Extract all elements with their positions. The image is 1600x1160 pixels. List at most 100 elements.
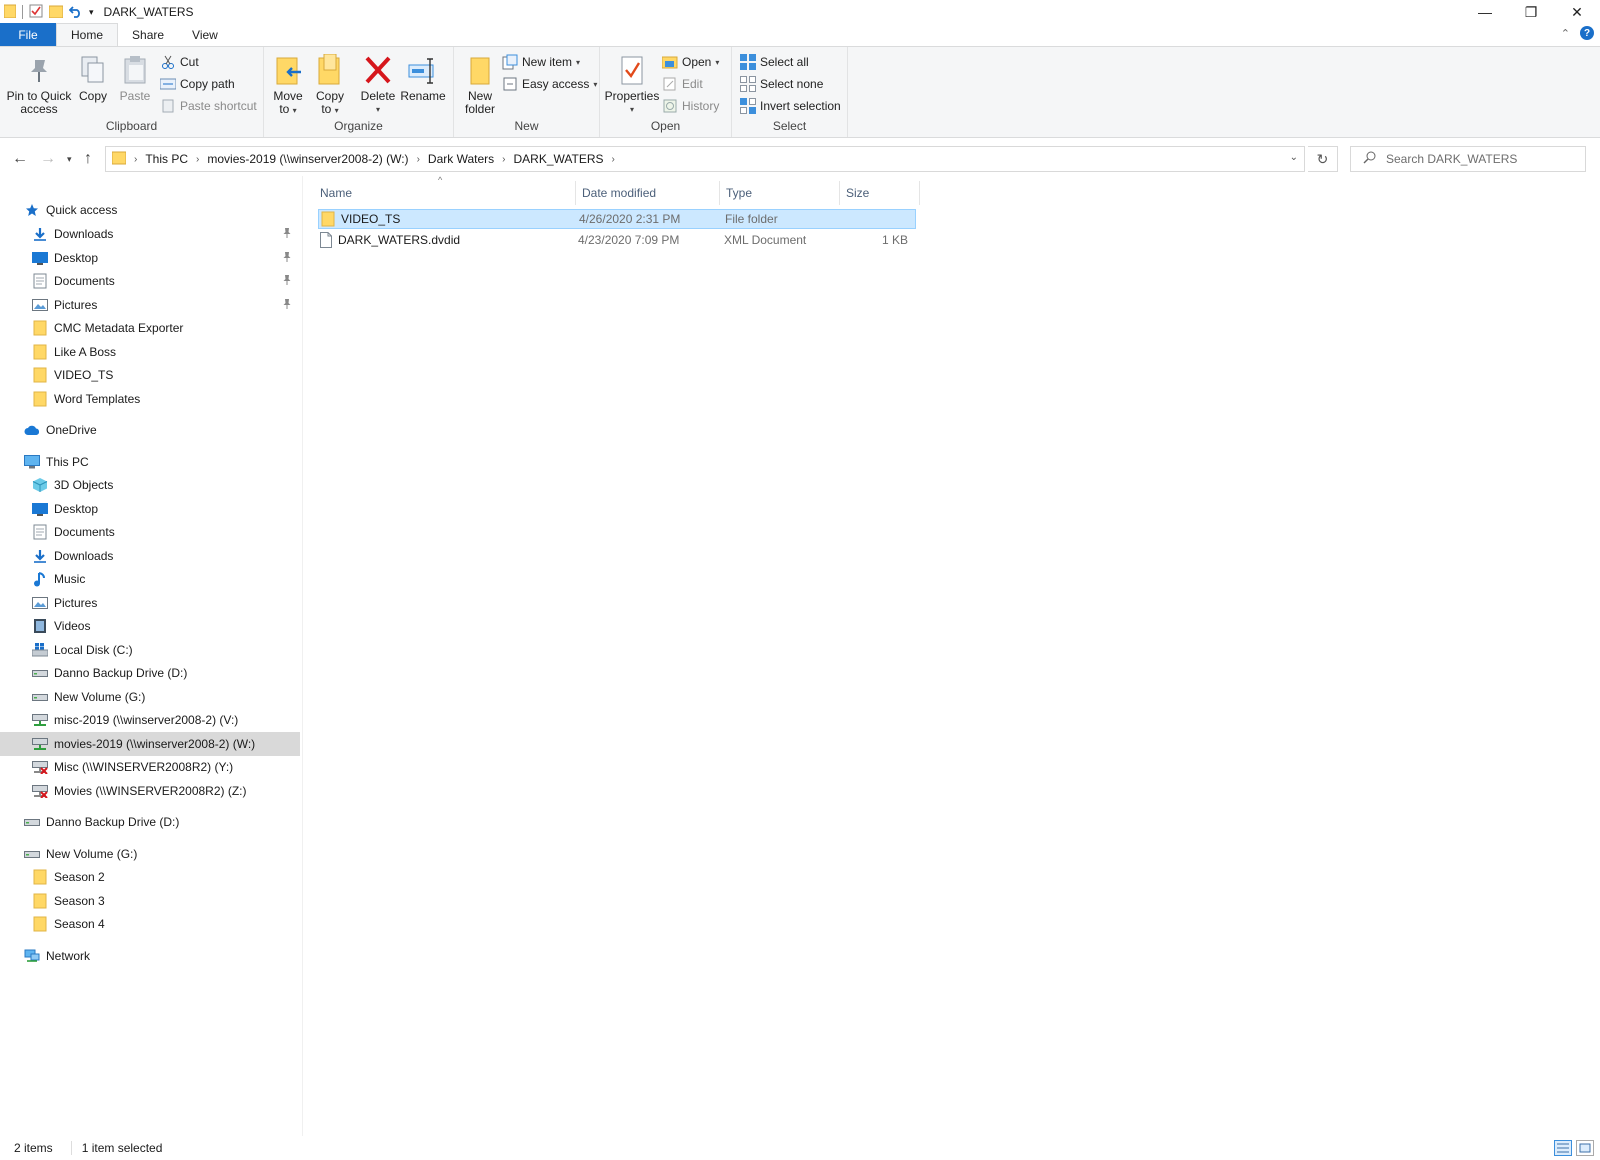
file-row[interactable]: VIDEO_TS 4/26/2020 2:31 PM File folder [318,209,916,229]
new-folder-icon[interactable] [48,4,64,21]
search-input[interactable] [1386,152,1566,166]
nav-item[interactable]: Pictures [0,293,300,317]
column-header-type[interactable]: Type [720,181,840,205]
nav-item[interactable]: Season 3 [0,889,300,913]
column-header-date-modified[interactable]: Date modified [576,181,720,205]
copy-button[interactable]: Copy [76,53,110,103]
select-none-button[interactable]: Select none [740,75,823,93]
nav-item[interactable]: Like A Boss [0,340,300,364]
nav-item[interactable]: Downloads [0,544,300,568]
tab-share[interactable]: Share [118,23,178,46]
recent-locations-chevron-icon[interactable]: ▾ [67,154,72,165]
nav-item[interactable]: 3D Objects [0,473,300,497]
nav-item[interactable]: Danno Backup Drive (D:) [0,810,300,834]
nav-item-label: misc-2019 (\\winserver2008-2) (V:) [54,713,239,727]
properties-button[interactable]: Properties ▾ [604,53,660,116]
rename-button[interactable]: Rename [400,53,446,103]
tab-file[interactable]: File [0,23,56,46]
breadcrumb-chevron-icon[interactable]: › [196,154,199,165]
column-header-size[interactable]: Size [840,181,920,205]
address-dropdown-chevron-icon[interactable]: ⌄ [1290,152,1298,163]
properties-check-icon[interactable] [29,4,43,21]
close-button[interactable]: ✕ [1554,0,1600,24]
nav-item-label: Season 3 [54,894,105,908]
edit-button[interactable]: Edit [662,75,703,93]
history-button[interactable]: History [662,97,719,115]
nav-item[interactable]: Videos [0,614,300,638]
pin-icon[interactable] [282,227,292,242]
new-item-button[interactable]: New item ▾ [502,53,580,71]
nav-item[interactable]: Misc (\\WINSERVER2008R2) (Y:) [0,755,300,779]
nav-item[interactable]: Quick access [0,198,300,222]
copy-path-button[interactable]: Copy path [160,75,235,93]
pin-icon[interactable] [282,298,292,313]
nav-item[interactable]: Music [0,567,300,591]
restore-button[interactable]: ❐ [1508,0,1554,24]
minimize-button[interactable]: — [1462,0,1508,24]
nav-item[interactable]: Danno Backup Drive (D:) [0,661,300,685]
column-header-name[interactable]: ^ Name [314,175,576,205]
forward-arrow-icon[interactable]: → [40,150,56,168]
pin-icon[interactable] [282,274,292,289]
search-box[interactable] [1350,146,1586,172]
move-to-button[interactable]: Move to ▾ [270,53,306,117]
customize-toolbar-icon[interactable]: ▾ [89,7,94,18]
details-view-icon[interactable] [1554,1140,1572,1156]
breadcrumb-this-pc[interactable]: This PC [145,152,188,166]
paste-button[interactable]: Paste [118,53,152,103]
collapse-ribbon-icon[interactable]: ⌃ [1561,27,1570,40]
refresh-button[interactable]: ↻ [1308,146,1338,172]
new-folder-button[interactable]: New folder [460,53,500,116]
invert-selection-button[interactable]: Invert selection [740,97,841,115]
nav-item[interactable]: Documents [0,520,300,544]
nav-item[interactable]: Network [0,944,300,968]
undo-icon[interactable] [68,4,83,21]
nav-item[interactable]: Movies (\\WINSERVER2008R2) (Z:) [0,779,300,803]
nav-item[interactable]: Local Disk (C:) [0,638,300,662]
nav-item[interactable]: Documents [0,269,300,293]
breadcrumb-movies-2019[interactable]: movies-2019 (\\winserver2008-2) (W:) [207,152,408,166]
address-bar[interactable]: › This PC › movies-2019 (\\winserver2008… [105,146,1305,172]
folder-icon [3,4,17,21]
nav-item[interactable]: OneDrive [0,418,300,442]
large-icons-view-icon[interactable] [1576,1140,1594,1156]
breadcrumb-chevron-icon[interactable]: › [612,154,615,165]
breadcrumb-chevron-icon[interactable]: › [134,154,137,165]
pane-splitter[interactable] [302,176,303,1136]
file-row[interactable]: DARK_WATERS.dvdid 4/23/2020 7:09 PM XML Do… [318,230,916,250]
nav-item[interactable]: New Volume (G:) [0,685,300,709]
up-arrow-icon[interactable]: ↑ [84,150,92,168]
breadcrumb-dark-waters[interactable]: Dark Waters [428,152,494,166]
breadcrumb-chevron-icon[interactable]: › [417,154,420,165]
nav-item[interactable]: CMC Metadata Exporter [0,316,300,340]
nav-item[interactable]: Season 2 [0,865,300,889]
nav-item[interactable]: Desktop [0,497,300,521]
help-icon[interactable]: ? [1580,26,1594,40]
nav-item[interactable]: Season 4 [0,912,300,936]
pin-icon[interactable] [282,251,292,266]
tab-view[interactable]: View [178,23,232,46]
nav-item[interactable]: This PC [0,450,300,474]
nav-item[interactable]: Pictures [0,591,300,615]
nav-item[interactable]: misc-2019 (\\winserver2008-2) (V:) [0,708,300,732]
ribbon-tabs: File Home Share View ⌃ ? [0,23,1600,46]
easy-access-button[interactable]: Easy access ▾ [502,75,597,93]
copy-to-button[interactable]: Copy to ▾ [312,53,348,117]
cut-button[interactable]: Cut [160,53,199,71]
nav-item[interactable]: movies-2019 (\\winserver2008-2) (W:) [0,732,300,756]
tab-home[interactable]: Home [56,23,119,46]
nav-item[interactable]: Word Templates [0,387,300,411]
breadcrumb-chevron-icon[interactable]: › [502,154,505,165]
nav-item[interactable]: Downloads [0,222,300,246]
back-arrow-icon[interactable]: ← [12,150,28,168]
file-name-cell: VIDEO_TS [319,209,577,229]
delete-button[interactable]: Delete ▾ [358,53,398,116]
select-all-button[interactable]: Select all [740,53,809,71]
paste-shortcut-button[interactable]: Paste shortcut [160,97,257,115]
open-button[interactable]: Open ▾ [662,53,719,71]
nav-item[interactable]: New Volume (G:) [0,842,300,866]
nav-item[interactable]: Desktop [0,246,300,270]
pin-to-quick-access-button[interactable]: Pin to Quick access [6,53,72,116]
breadcrumb-dark-waters-folder[interactable]: DARK_WATERS [513,152,603,166]
nav-item[interactable]: VIDEO_TS [0,363,300,387]
